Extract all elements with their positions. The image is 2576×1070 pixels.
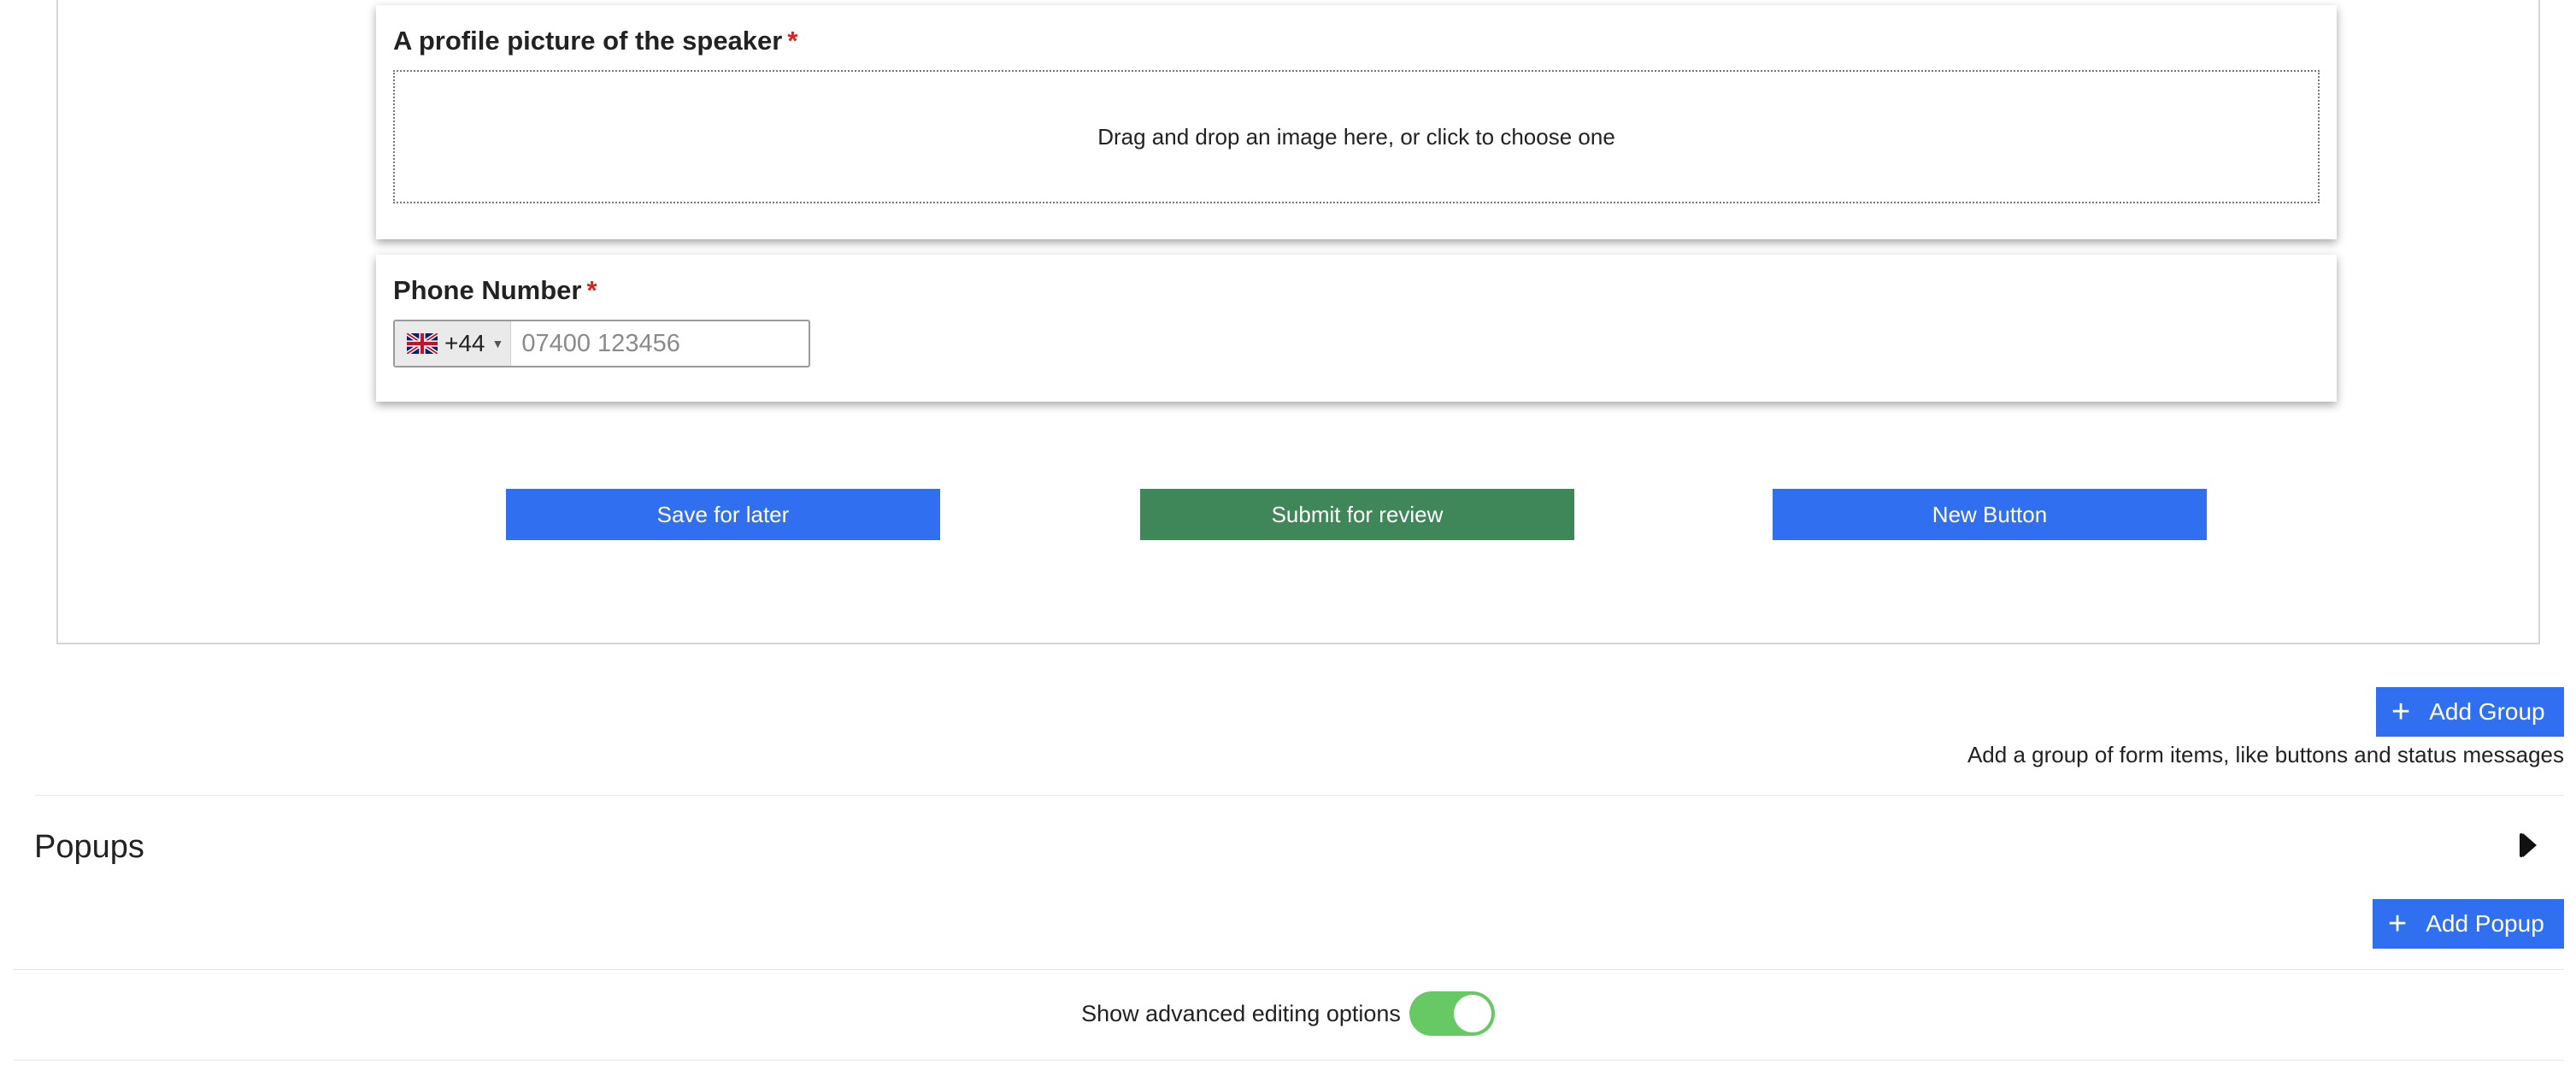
plus-icon: +	[2391, 694, 2411, 730]
profile-picture-label: A profile picture of the speaker *	[393, 26, 798, 56]
phone-number-label: Phone Number *	[393, 275, 597, 305]
save-for-later-button[interactable]: Save for later	[506, 489, 940, 540]
dial-code: +44	[444, 330, 485, 356]
phone-input-group: +44 ▼	[393, 320, 810, 367]
add-popup-button[interactable]: + Add Popup	[2373, 899, 2564, 949]
advanced-options-label: Show advanced editing options	[1081, 1000, 1401, 1026]
expand-arrow-icon[interactable]	[2520, 833, 2537, 857]
add-group-label: Add Group	[2429, 698, 2545, 725]
image-dropzone[interactable]: Drag and drop an image here, or click to…	[393, 70, 2320, 203]
divider	[14, 969, 2564, 970]
advanced-options-row: Show advanced editing options	[0, 991, 2576, 1036]
profile-picture-field-card: A profile picture of the speaker * Drag a…	[376, 5, 2337, 239]
page: A profile picture of the speaker * Drag a…	[0, 0, 2576, 1070]
add-group-button[interactable]: + Add Group	[2376, 687, 2564, 737]
form-preview-frame: A profile picture of the speaker * Drag a…	[56, 0, 2540, 644]
advanced-options-toggle[interactable]	[1409, 991, 1495, 1036]
uk-flag-icon	[405, 332, 439, 356]
phone-number-field-card: Phone Number * +44 ▼	[376, 255, 2337, 402]
divider	[34, 795, 2564, 796]
add-group-hint: Add a group of form items, like buttons …	[1967, 742, 2564, 767]
add-popup-label: Add Popup	[2426, 910, 2544, 937]
required-marker: *	[586, 275, 597, 305]
popups-section-title: Popups	[34, 829, 144, 865]
required-marker: *	[787, 26, 798, 56]
new-button[interactable]: New Button	[1773, 489, 2207, 540]
divider	[14, 1060, 2564, 1061]
plus-icon: +	[2388, 906, 2408, 942]
caret-down-icon: ▼	[491, 337, 504, 350]
submit-for-review-button[interactable]: Submit for review	[1140, 489, 1574, 540]
dropzone-text: Drag and drop an image here, or click to…	[1097, 123, 1615, 150]
country-code-select[interactable]: +44 ▼	[395, 321, 512, 366]
phone-number-input[interactable]	[511, 321, 809, 366]
toggle-knob	[1453, 995, 1491, 1032]
